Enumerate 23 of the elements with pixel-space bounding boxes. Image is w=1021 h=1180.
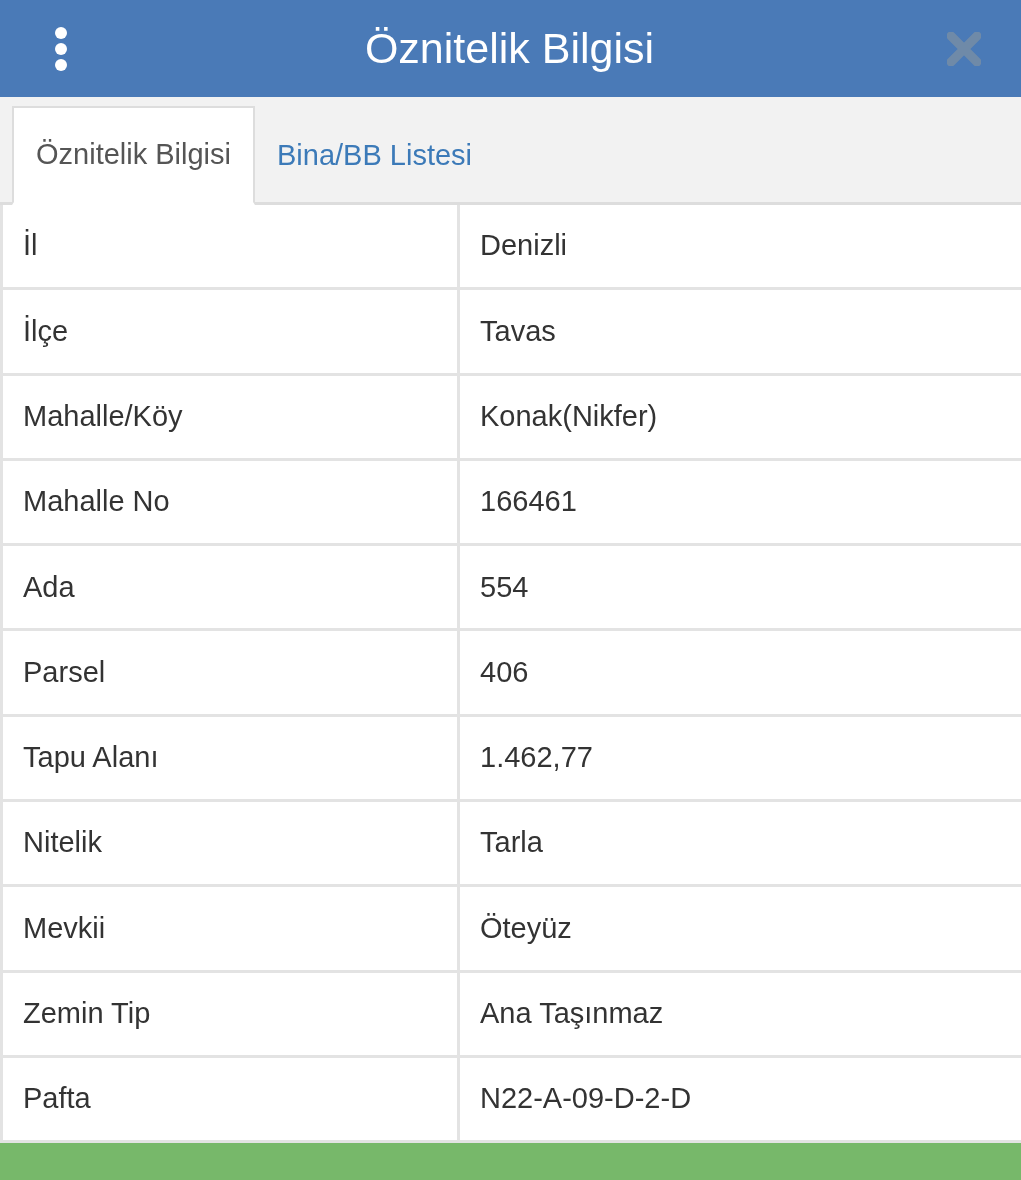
tab[interactable]: Bina/BB Listesi — [255, 106, 495, 205]
label-cell: Ada — [0, 546, 457, 632]
value-cell: Öteyüz — [457, 887, 1021, 973]
value-cell: 1.462,77 — [457, 716, 1021, 803]
label-cell: Tapu Alanı — [0, 716, 457, 803]
label-cell: İlçe — [0, 290, 457, 376]
value-cell: Konak(Nikfer) — [457, 375, 1021, 461]
label-cell: Zemin Tip — [0, 972, 457, 1058]
value-cell: Tarla — [457, 802, 1021, 888]
value-cell: Denizli — [457, 205, 1021, 291]
window-title: Öznitelik Bilgisi — [364, 23, 655, 75]
value-cell: Ana Taşınmaz — [457, 972, 1021, 1058]
label-cell: İl — [0, 205, 457, 291]
label-cell: Nitelik — [0, 802, 457, 888]
value-cell: Tavas — [457, 290, 1021, 376]
tab[interactable]: Öznitelik Bilgisi — [12, 106, 255, 205]
label-cell: Mahalle/Köy — [0, 375, 457, 461]
value-cell: 406 — [457, 631, 1021, 717]
value-cell: 166461 — [457, 460, 1021, 547]
label-cell: Mevkii — [0, 887, 457, 973]
label-cell: Parsel — [0, 631, 457, 717]
label-cell: Mahalle No — [0, 460, 457, 547]
value-cell: 554 — [457, 546, 1021, 632]
